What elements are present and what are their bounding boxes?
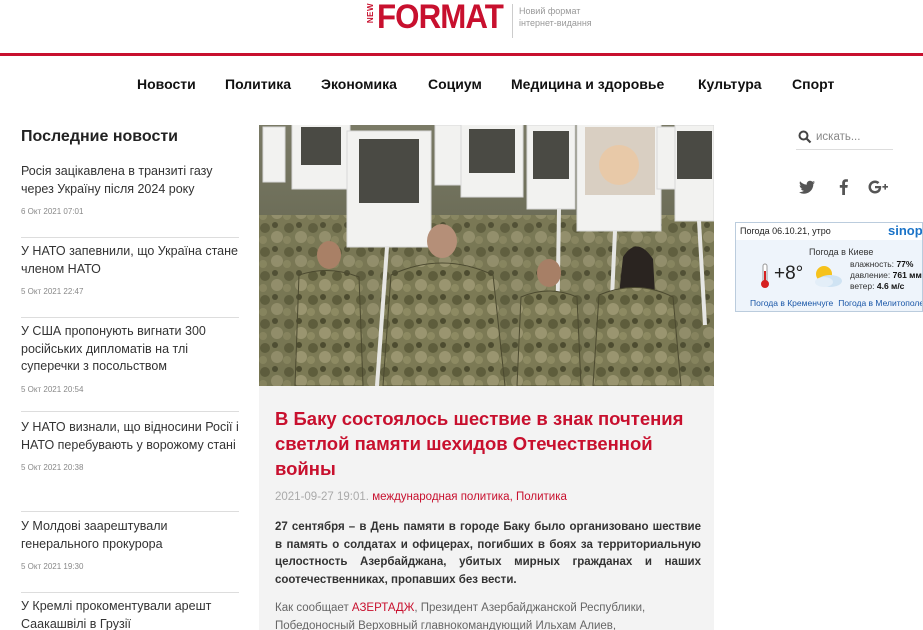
main-nav: Новости Политика Экономика Социум Медици… — [0, 76, 923, 96]
weather-city: Погода в Киеве — [809, 247, 874, 257]
news-item-title[interactable]: У Кремлі прокоментували арешт Саакашвілі… — [21, 598, 239, 630]
weather-header: Погода 06.10.21, утро sinop — [736, 223, 922, 240]
weather-link-kremenchuk[interactable]: Погода в Кременчуге — [750, 298, 833, 308]
nav-item-politics[interactable]: Политика — [225, 76, 291, 92]
thermometer-icon — [761, 263, 769, 288]
nav-item-economy[interactable]: Экономика — [321, 76, 397, 92]
news-item-date: 5 Окт 2021 20:38 — [21, 463, 84, 472]
news-list-item[interactable]: У Кремлі прокоментували арешт Саакашвілі… — [21, 598, 239, 630]
nav-item-news[interactable]: Новости — [137, 76, 196, 92]
article-body-prefix: Как сообщает — [275, 602, 352, 614]
news-item-date: 6 Окт 2021 07:01 — [21, 207, 84, 216]
nav-item-medicine[interactable]: Медицина и здоровье — [511, 76, 664, 92]
news-divider — [21, 411, 239, 412]
wind-label: ветер: — [850, 281, 875, 291]
news-item-title[interactable]: У НАТО визнали, що відносини Росії і НАТ… — [21, 419, 239, 454]
pressure-label: давление: — [850, 270, 891, 280]
latest-news-heading: Последние новости — [21, 128, 179, 145]
site-header: NEW FORMAT Новий формат інтернет-видання — [0, 0, 923, 56]
news-item-title[interactable]: У Молдові заарештували генерального прок… — [21, 518, 239, 553]
twitter-icon[interactable] — [798, 178, 816, 196]
nav-item-sport[interactable]: Спорт — [792, 76, 834, 92]
article-hero-image[interactable] — [259, 125, 714, 386]
google-plus-icon[interactable] — [867, 178, 891, 196]
site-logo[interactable]: NEW FORMAT — [366, 0, 514, 40]
weather-widget[interactable]: Погода 06.10.21, утро sinop Погода в Кие… — [735, 222, 923, 312]
article-title[interactable]: В Баку состоялось шествие в знак почтени… — [275, 406, 705, 481]
article-body: Как сообщает АЗЕРТАДЖ, Президент Азербай… — [275, 599, 701, 630]
article-meta: 2021-09-27 19:01. международная политика… — [275, 491, 567, 503]
article-date: 2021-09-27 19:01. — [275, 491, 369, 503]
weather-details: влажность: 77% давление: 761 мм ветер: 4… — [850, 259, 922, 292]
logo-format-text: FORMAT — [377, 0, 504, 36]
facebook-icon[interactable] — [835, 178, 853, 196]
search-input[interactable] — [816, 128, 891, 146]
weather-temperature: +8° — [774, 263, 804, 284]
humidity-value: 77% — [896, 259, 914, 269]
news-divider — [21, 237, 239, 238]
news-item-title[interactable]: Росія зацікавлена в транзиті газу через … — [21, 163, 239, 198]
news-list-item[interactable]: У НАТО запевнили, що Україна стане члено… — [21, 243, 239, 296]
march-photo-illustration — [259, 125, 714, 386]
news-list-item[interactable]: У США пропонують вигнати 300 російських … — [21, 323, 239, 394]
nav-item-society[interactable]: Социум — [428, 76, 482, 92]
search-icon[interactable] — [798, 130, 812, 144]
partly-cloudy-icon — [815, 266, 842, 287]
news-item-date: 5 Окт 2021 20:54 — [21, 384, 84, 394]
weather-links: Погода в Кременчуге Погода в Мелитополе — [750, 298, 922, 308]
nav-item-culture[interactable]: Культура — [698, 76, 762, 92]
news-divider — [21, 317, 239, 318]
news-item-title[interactable]: У США пропонують вигнати 300 російських … — [21, 323, 239, 376]
logo-divider — [512, 4, 513, 38]
article-source-link[interactable]: АЗЕРТАДЖ — [352, 602, 414, 614]
news-item-title[interactable]: У НАТО запевнили, що Україна стане члено… — [21, 243, 239, 278]
weather-date: Погода 06.10.21, утро — [740, 226, 831, 236]
news-divider — [21, 592, 239, 593]
news-list-item[interactable]: У Молдові заарештували генерального прок… — [21, 518, 239, 571]
weather-provider-logo[interactable]: sinop — [888, 223, 922, 238]
weather-link-melitopol[interactable]: Погода в Мелитополе — [838, 298, 922, 308]
article-card: В Баку состоялось шествие в знак почтени… — [259, 386, 714, 630]
site-tagline: Новий формат інтернет-видання — [519, 6, 592, 28]
article-categories[interactable]: международная политика, Политика — [372, 491, 567, 503]
search-box — [796, 126, 893, 150]
pressure-value: 761 мм — [892, 270, 922, 280]
news-item-date: 5 Окт 2021 22:47 — [21, 287, 84, 296]
news-divider — [21, 511, 239, 512]
news-list-item[interactable]: Росія зацікавлена в транзиті газу через … — [21, 163, 239, 216]
news-item-date: 5 Окт 2021 19:30 — [21, 562, 84, 571]
wind-value: 4.6 м/с — [876, 281, 905, 291]
article-lead: 27 сентября – в День памяти в городе Бак… — [275, 521, 701, 586]
logo-new-text: NEW — [366, 3, 375, 24]
humidity-label: влажность: — [850, 259, 895, 269]
news-list-item[interactable]: У НАТО визнали, що відносини Росії і НАТ… — [21, 419, 239, 472]
